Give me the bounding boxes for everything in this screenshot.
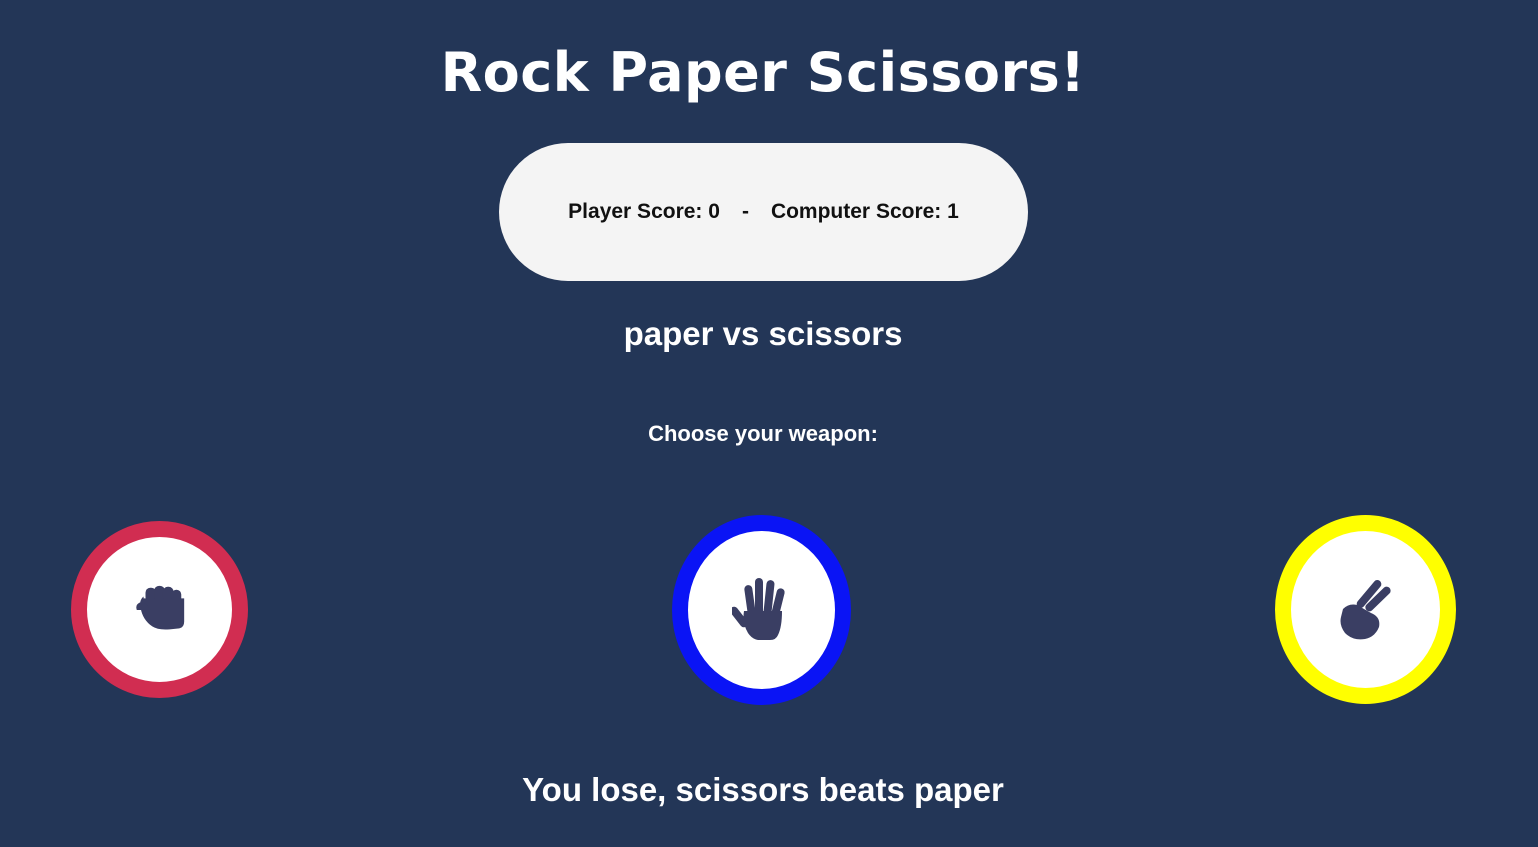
choose-weapon-prompt: Choose your weapon: [648,421,878,446]
scissors-button[interactable] [1275,515,1456,704]
computer-score: Computer Score: 1 [770,200,959,223]
rock-button[interactable] [71,521,248,698]
fist-icon [135,585,184,630]
paper-button[interactable] [672,515,851,705]
round-matchup: paper vs scissors [623,315,903,352]
score-separator: - [741,200,749,223]
round-result: You lose, scissors beats paper [522,771,1004,808]
open-hand-icon [731,578,785,640]
player-score: Player Score: 0 [568,200,720,223]
scoreboard: Player Score: 0 - Computer Score: 1 [499,143,1028,281]
peace-hand-icon [1340,579,1391,639]
page-title: Rock Paper Scissors! [440,41,1086,104]
